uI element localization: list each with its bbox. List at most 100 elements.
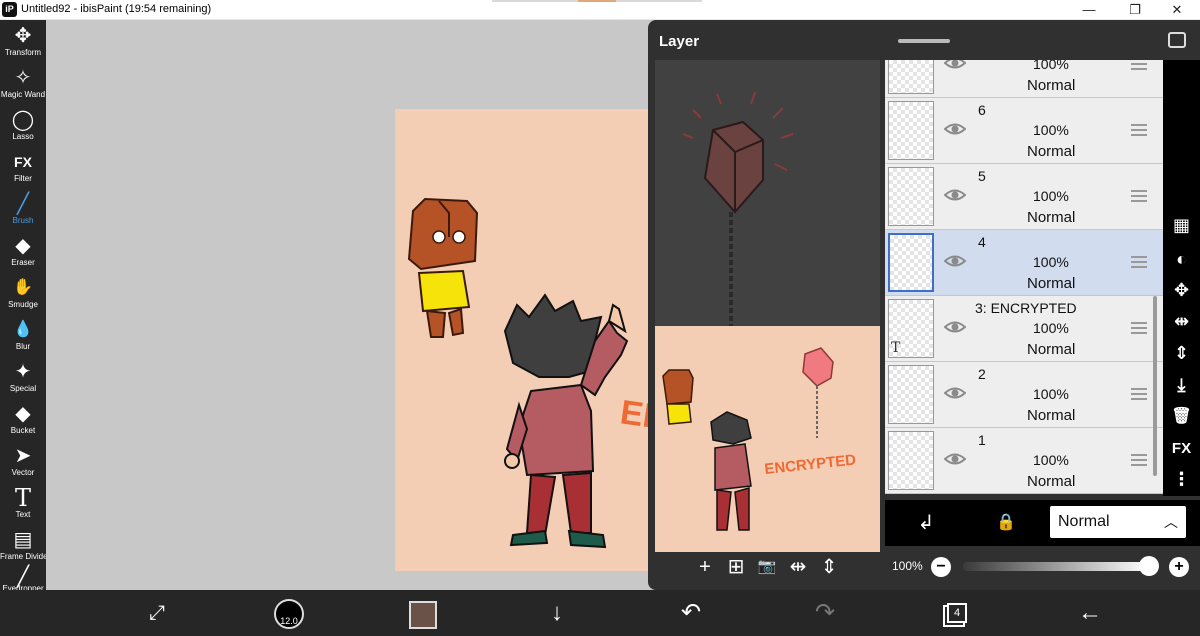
drag-handle-icon[interactable]: [1131, 190, 1147, 202]
preview-toolbar: + ⊞ 📷 ⇹ ⇕: [655, 553, 880, 583]
window-mode-icon[interactable]: [1168, 32, 1186, 48]
tool-text[interactable]: T Text: [0, 484, 46, 526]
layer-list-scrollbar[interactable]: [1153, 296, 1157, 476]
visibility-eye-icon[interactable]: [944, 452, 966, 466]
drag-handle-icon[interactable]: [1131, 256, 1147, 268]
tool-vector[interactable]: ➤ Vector: [0, 442, 46, 484]
layer-row[interactable]: 5 100% Normal: [885, 164, 1163, 230]
undo-icon[interactable]: ↶: [676, 598, 706, 628]
title-progress-strip: [492, 0, 702, 2]
magic-wand-icon: ✧: [14, 67, 32, 89]
visibility-eye-icon[interactable]: [944, 254, 966, 268]
tool-frame-divider[interactable]: ▤ Frame Divider: [0, 526, 50, 568]
back-arrow-icon[interactable]: ←: [1074, 598, 1106, 628]
tool-eraser[interactable]: ◆ Eraser: [0, 232, 46, 274]
opacity-slider-thumb[interactable]: [1139, 556, 1159, 576]
drag-handle-icon[interactable]: [1131, 322, 1147, 334]
tool-label: Bucket: [10, 426, 36, 435]
opacity-increase-button[interactable]: +: [1169, 557, 1189, 577]
checkerboard-icon[interactable]: ▦: [1163, 210, 1200, 240]
layer-row[interactable]: T 3: ENCRYPTED 100% Normal: [885, 296, 1163, 362]
mask-icon[interactable]: ◐: [1163, 244, 1200, 274]
minimize-button[interactable]: —: [1066, 0, 1112, 20]
layer-thumbnail[interactable]: T: [888, 299, 934, 358]
layer-thumbnail[interactable]: [888, 365, 934, 424]
layer-panel-title: Layer: [659, 33, 700, 50]
tool-lasso[interactable]: ◯ Lasso: [0, 106, 46, 148]
tool-label: Transform: [4, 48, 42, 57]
visibility-eye-icon[interactable]: [944, 60, 966, 70]
clipping-icon[interactable]: ↲: [911, 509, 941, 537]
layer-row[interactable]: 100% Normal: [885, 60, 1163, 98]
layer-side-toolbar: ▦ ◐ ✥ ⇹ ⇕ ⤓ 🗑 FX ⋮: [1163, 60, 1200, 496]
fx-icon[interactable]: FX: [1163, 434, 1200, 464]
tool-blur[interactable]: 💧 Blur: [0, 316, 46, 358]
flip-horizontal-icon[interactable]: ⇹: [787, 556, 809, 578]
tool-filter[interactable]: FX Filter: [0, 148, 46, 190]
flip-vertical-icon[interactable]: ⇕: [818, 556, 840, 578]
selected-layer-preview: [655, 60, 880, 326]
move-layer-icon[interactable]: ✥: [1163, 275, 1200, 305]
restore-button[interactable]: ❐: [1112, 0, 1158, 20]
layer-row[interactable]: 6 100% Normal: [885, 98, 1163, 164]
add-layer-icon[interactable]: +: [694, 556, 716, 578]
tool-smudge[interactable]: ✋ Smudge: [0, 274, 46, 316]
arrow-down-icon[interactable]: ↓: [542, 598, 572, 628]
suit-character: [503, 293, 629, 549]
color-swatch-button[interactable]: [409, 601, 437, 629]
visibility-eye-icon[interactable]: [944, 320, 966, 334]
tool-sidebar: ✥ Transform ✧ Magic Wand ◯ Lasso FX Filt…: [0, 20, 50, 593]
layer-row-selected[interactable]: 4 100% Normal: [885, 230, 1163, 296]
redo-icon[interactable]: ↷: [810, 598, 840, 628]
swap-tool-icon[interactable]: ⤢: [142, 598, 172, 628]
flip-vertical-icon[interactable]: ⇕: [1163, 338, 1200, 368]
move-icon: ✥: [14, 25, 32, 47]
tool-label: Magic Wand: [0, 90, 46, 99]
brush-icon: ╱: [16, 193, 30, 215]
visibility-eye-icon[interactable]: [944, 188, 966, 202]
opacity-decrease-button[interactable]: −: [931, 557, 951, 577]
ibispaint-window: iP Untitled92 - ibisPaint (19:54 remaini…: [0, 0, 1200, 636]
merge-down-icon[interactable]: ⤓: [1163, 370, 1200, 400]
layer-row[interactable]: 2 100% Normal: [885, 362, 1163, 428]
brush-size-button[interactable]: 12.0: [274, 599, 304, 629]
tool-transform[interactable]: ✥ Transform: [0, 22, 46, 64]
tool-eyedropper[interactable]: ╱ Eyedropper: [0, 567, 46, 593]
camera-icon[interactable]: 📷: [756, 556, 778, 578]
tool-label: Special: [9, 384, 37, 393]
fx-icon: FX: [14, 154, 32, 170]
tool-magic-wand[interactable]: ✧ Magic Wand: [0, 64, 46, 106]
tool-brush[interactable]: ╱ Brush: [0, 190, 46, 232]
tool-label: Lasso: [12, 132, 34, 141]
layer-thumbnail[interactable]: [888, 101, 934, 160]
layer-thumbnail[interactable]: [888, 431, 934, 490]
layer-opacity: 100%: [1033, 188, 1069, 204]
visibility-eye-icon[interactable]: [944, 122, 966, 136]
opacity-slider[interactable]: [963, 562, 1149, 571]
layer-thumbnail[interactable]: [888, 167, 934, 226]
panel-drag-handle[interactable]: [898, 39, 950, 43]
layer-name: 4: [978, 234, 986, 250]
close-button[interactable]: ✕: [1154, 0, 1200, 20]
trash-icon[interactable]: 🗑: [1163, 402, 1200, 432]
flip-horizontal-icon[interactable]: ⇹: [1163, 306, 1200, 336]
drag-handle-icon[interactable]: [1131, 388, 1147, 400]
duplicate-layer-icon[interactable]: ⊞: [725, 556, 747, 578]
layer-row[interactable]: 1 100% Normal: [885, 428, 1163, 494]
vector-icon: ➤: [14, 445, 32, 467]
drag-handle-icon[interactable]: [1131, 60, 1147, 70]
layer-list[interactable]: 100% Normal 6 100% Normal 5 100% Normal: [885, 60, 1163, 494]
tool-label: Brush: [12, 216, 34, 225]
layer-thumbnail[interactable]: [888, 233, 934, 292]
blend-mode-select[interactable]: Normal ︿: [1050, 506, 1186, 538]
visibility-eye-icon[interactable]: [944, 386, 966, 400]
layer-thumbnail[interactable]: [888, 60, 934, 94]
special-icon: ✦: [14, 361, 32, 383]
alpha-lock-icon[interactable]: 🔒: [991, 509, 1021, 537]
tool-special[interactable]: ✦ Special: [0, 358, 46, 400]
layer-count-button[interactable]: 4: [947, 603, 967, 623]
more-icon[interactable]: ⋮: [1163, 464, 1200, 494]
tool-bucket[interactable]: ◆ Bucket: [0, 400, 46, 442]
drag-handle-icon[interactable]: [1131, 454, 1147, 466]
drag-handle-icon[interactable]: [1131, 124, 1147, 136]
